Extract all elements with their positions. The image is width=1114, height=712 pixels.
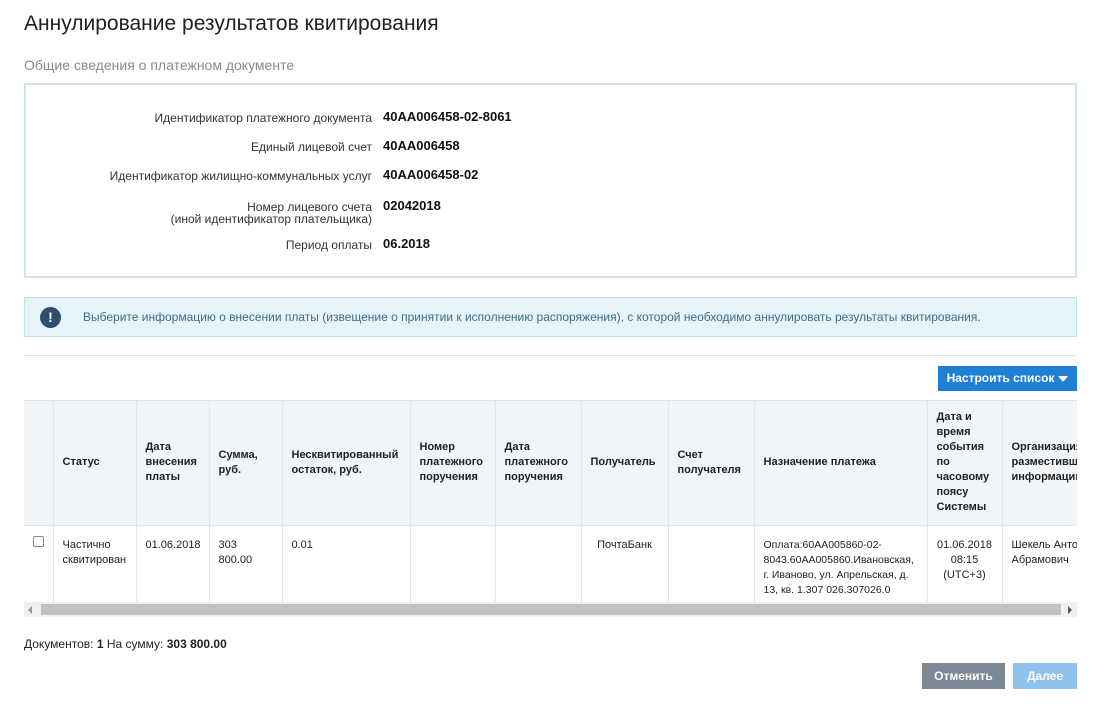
exclamation-icon: !: [40, 307, 61, 328]
sum-value: 303 800.00: [166, 637, 227, 651]
payments-table-container: Статус Дата внесения платы Сумма, руб. Н…: [24, 400, 1077, 602]
column-header-event-time[interactable]: Дата и время события по часовому поясу С…: [927, 401, 1003, 525]
info-value: 40АА006458-02-8061: [383, 109, 512, 124]
info-label: Идентификатор жилищно-коммунальных услуг: [109, 169, 372, 183]
cell-status: Частично сквитирован: [53, 524, 137, 602]
documents-label: Документов:: [24, 637, 94, 651]
payments-table: Статус Дата внесения платы Сумма, руб. Н…: [24, 401, 1077, 602]
scrollbar-thumb[interactable]: [41, 604, 1061, 615]
column-header-select: [24, 401, 54, 525]
row-checkbox[interactable]: [33, 535, 44, 547]
cell-recipient-account: [668, 524, 755, 602]
cancel-button[interactable]: Отменить: [922, 663, 1005, 689]
payment-document-info-card: Идентификатор платежного документа 40АА0…: [24, 83, 1077, 278]
info-value: 06.2018: [383, 236, 430, 251]
alert-text: Выберите информацию о внесении платы (из…: [83, 310, 981, 324]
horizontal-scrollbar[interactable]: [24, 602, 1077, 617]
configure-list-button[interactable]: Настроить список: [938, 366, 1077, 391]
column-header-organization[interactable]: Организация, разместившая информацию: [1002, 401, 1077, 525]
info-value: 40АА006458: [383, 138, 460, 153]
cell-order-number: [410, 524, 496, 602]
cell-event-time: 01.06.2018 08:15 (UTC+3): [927, 524, 1003, 602]
configure-list-label: Настроить список: [946, 371, 1055, 385]
next-button[interactable]: Далее: [1013, 663, 1077, 689]
caret-down-icon: [1058, 375, 1069, 382]
column-header-status[interactable]: Статус: [53, 401, 137, 525]
info-label: Единый лицевой счет: [251, 140, 372, 154]
column-header-payment-date[interactable]: Дата внесения платы: [136, 401, 210, 525]
cell-remainder: 0.01: [282, 524, 411, 602]
section-title: Общие сведения о платежном документе: [24, 57, 295, 73]
info-value: 02042018: [383, 198, 441, 213]
info-label: Идентификатор платежного документа: [154, 111, 372, 125]
row-select-cell: [24, 524, 54, 602]
documents-summary: Документов: 1 На сумму: 303 800.00: [24, 637, 227, 651]
cell-organization: Шекель Антон Абрамович: [1002, 524, 1077, 602]
column-header-recipient[interactable]: Получатель: [581, 401, 669, 525]
info-value: 40АА006458-02: [383, 167, 479, 182]
sum-label: На сумму:: [106, 637, 164, 651]
cell-purpose: Оплата:60АА005860-02-8043.60АА005860.Ива…: [754, 524, 928, 602]
info-alert: ! Выберите информацию о внесении платы (…: [24, 297, 1077, 337]
column-header-sum[interactable]: Сумма, руб.: [209, 401, 283, 525]
cell-sum: 303 800.00: [209, 524, 283, 602]
cell-recipient: ПочтаБанк: [581, 524, 669, 602]
column-header-remainder[interactable]: Несквитированный остаток, руб.: [282, 401, 411, 525]
page-title: Аннулирование результатов квитирования: [24, 12, 439, 35]
cell-payment-date: 01.06.2018: [136, 524, 210, 602]
info-label: Номер лицевого счета (иной идентификатор…: [171, 201, 372, 225]
documents-count: 1: [96, 637, 104, 651]
table-header-row: Статус Дата внесения платы Сумма, руб. Н…: [24, 401, 1077, 525]
info-label: Период оплаты: [285, 238, 372, 252]
column-header-purpose[interactable]: Назначение платежа: [754, 401, 928, 525]
cell-order-date: [495, 524, 582, 602]
divider: [24, 355, 1077, 356]
info-label-line: (иной идентификатор плательщика): [170, 212, 372, 226]
scroll-right-icon[interactable]: [1068, 606, 1072, 614]
column-header-order-number[interactable]: Номер платежного поручения: [410, 401, 496, 525]
scroll-left-icon[interactable]: [28, 606, 32, 614]
column-header-recipient-account[interactable]: Счет получателя: [668, 401, 755, 525]
table-row[interactable]: Частично сквитирован 01.06.2018 303 800.…: [24, 524, 1077, 602]
column-header-order-date[interactable]: Дата платежного поручения: [495, 401, 582, 525]
